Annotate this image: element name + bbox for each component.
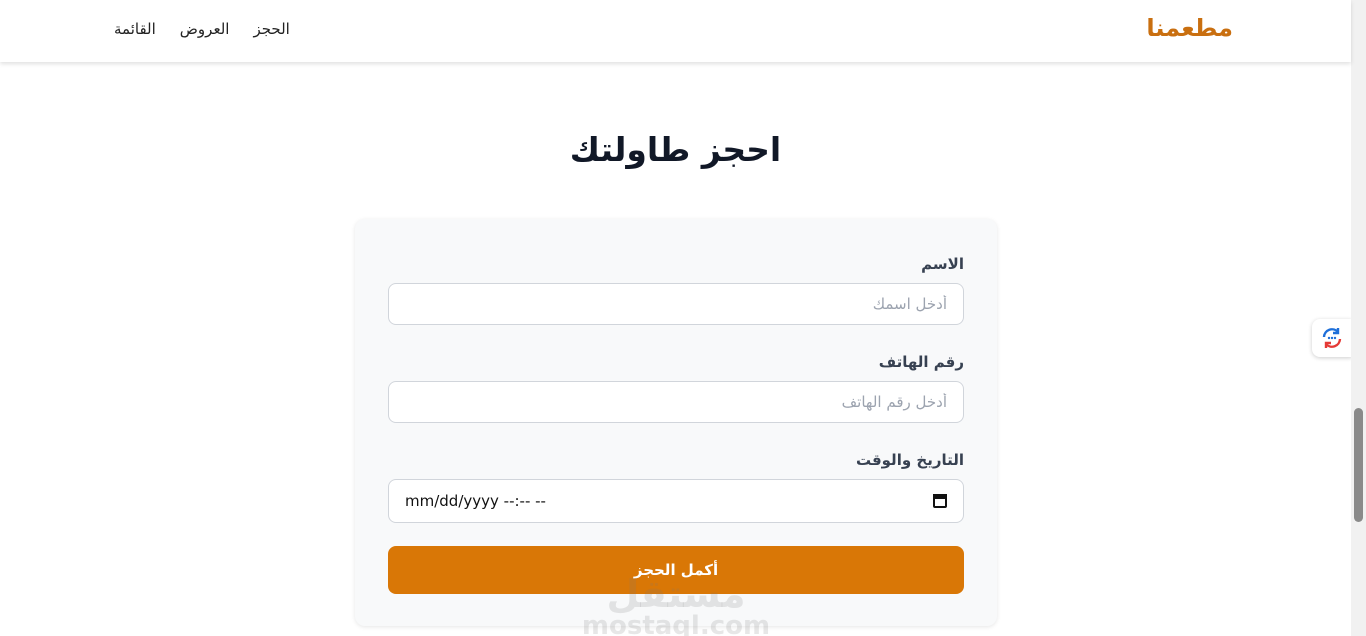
brand-logo[interactable]: مطعمنا xyxy=(1146,14,1233,42)
datetime-input[interactable]: mm/dd/yyyy --:-- -- xyxy=(388,479,964,523)
nav-links: القائمة العروض الحجز xyxy=(114,20,290,38)
watermark-latin: mostaql.com xyxy=(581,611,771,636)
phone-label: رقم الهاتف xyxy=(878,353,964,371)
phone-input[interactable] xyxy=(388,381,964,423)
scrollbar-thumb[interactable] xyxy=(1354,408,1363,522)
name-label: الاسم xyxy=(921,255,964,273)
submit-reservation-button[interactable]: أكمل الحجز xyxy=(388,546,964,594)
name-input[interactable] xyxy=(388,283,964,325)
calendar-icon[interactable] xyxy=(933,494,947,508)
side-widget-button[interactable] xyxy=(1312,319,1352,357)
datetime-value: mm/dd/yyyy --:-- -- xyxy=(405,492,546,510)
nav-link-menu[interactable]: القائمة xyxy=(114,20,156,38)
datetime-field-group: التاريخ والوقت mm/dd/yyyy --:-- -- xyxy=(388,451,964,523)
name-field-group: الاسم xyxy=(388,255,964,325)
navbar: مطعمنا القائمة العروض الحجز xyxy=(0,0,1351,62)
page-scrollbar[interactable] xyxy=(1351,0,1366,636)
reservation-form: الاسم رقم الهاتف التاريخ والوقت mm/dd/yy… xyxy=(355,219,997,636)
page-title: احجز طاولتك xyxy=(569,130,782,169)
nav-link-offers[interactable]: العروض xyxy=(180,20,230,38)
datetime-label: التاريخ والوقت xyxy=(855,451,964,469)
phone-field-group: رقم الهاتف xyxy=(388,353,964,423)
nav-link-reservation[interactable]: الحجز xyxy=(253,20,289,38)
refresh-chat-icon xyxy=(1322,328,1342,348)
